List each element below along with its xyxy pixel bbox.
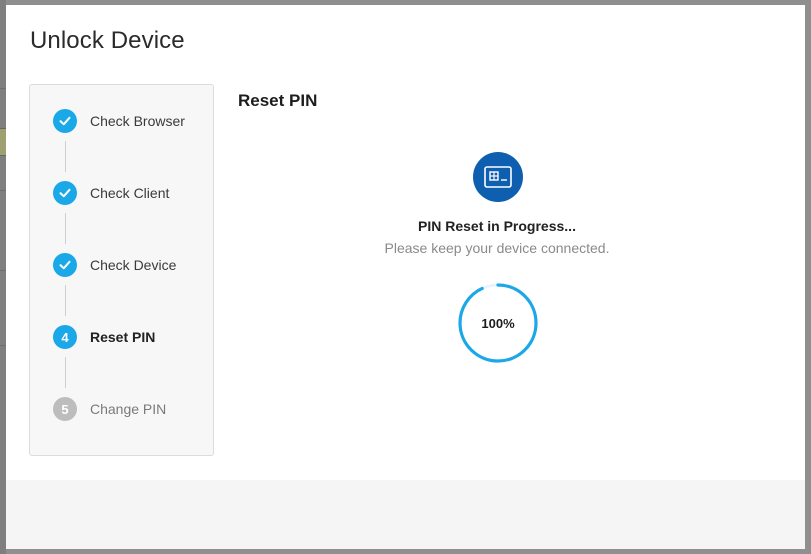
check-icon <box>53 109 77 133</box>
section-title: Reset PIN <box>238 91 318 110</box>
step-connector <box>65 285 66 316</box>
step-check-device[interactable]: Check Device <box>30 250 213 280</box>
step-label: Check Device <box>90 257 177 273</box>
step-number: 4 <box>53 325 77 349</box>
stepper: Check Browser Check Client Check Device 4 Re… <box>29 84 214 456</box>
step-change-pin[interactable]: 5 Change PIN <box>30 394 213 424</box>
step-number: 5 <box>53 397 77 421</box>
unlock-device-dialog: Unlock Device Check Browser Check Client C… <box>6 5 805 549</box>
step-label: Check Browser <box>90 113 185 129</box>
status-subtitle: Please keep your device connected. <box>384 240 610 256</box>
progress-percent: 100% <box>481 315 515 331</box>
step-label: Reset PIN <box>90 329 156 345</box>
step-label: Change PIN <box>90 401 167 417</box>
device-status-badge <box>473 152 523 202</box>
smart-card-icon <box>484 166 512 188</box>
dialog-footer <box>6 480 805 549</box>
step-check-client[interactable]: Check Client <box>30 178 213 208</box>
step-label: Check Client <box>90 185 170 201</box>
step-reset-pin[interactable]: 4 Reset PIN <box>30 322 213 352</box>
step-check-browser[interactable]: Check Browser <box>30 106 213 136</box>
check-icon <box>53 253 77 277</box>
dialog-title: Unlock Device <box>30 27 185 54</box>
step-connector <box>65 213 66 244</box>
step-connector <box>65 357 66 388</box>
status-title: PIN Reset in Progress... <box>418 218 576 234</box>
check-icon <box>53 181 77 205</box>
step-connector <box>65 141 66 172</box>
